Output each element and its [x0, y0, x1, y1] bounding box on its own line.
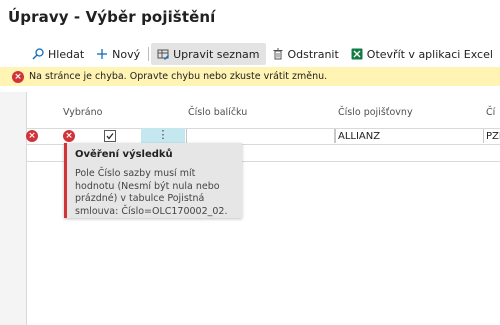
column-header-selected[interactable]: Vybráno: [63, 107, 102, 118]
row-error-icon[interactable]: ×: [26, 130, 38, 142]
tooltip-body: Pole Číslo sazby musí mít hodnotu (Nesmí…: [75, 168, 228, 217]
error-message: Na stránce je chyba. Opravte chybu nebo …: [29, 71, 328, 82]
check-icon: [106, 133, 114, 140]
error-icon: ×: [12, 70, 24, 83]
partial-value: PZP: [486, 131, 500, 142]
field-error-icon[interactable]: ×: [63, 130, 75, 142]
column-header-partial[interactable]: Čí: [486, 107, 495, 118]
column-header-insurer-number[interactable]: Číslo pojišťovny: [338, 107, 413, 118]
plus-icon: [97, 49, 108, 59]
excel-icon: [351, 48, 363, 60]
new-button[interactable]: Nový: [90, 43, 146, 65]
open-excel-button[interactable]: Otevřít v aplikaci Excel: [345, 43, 499, 65]
column-header-package-number[interactable]: Číslo balíčku: [188, 107, 247, 118]
delete-label: Odstranit: [287, 47, 339, 61]
left-gutter: [0, 92, 27, 325]
error-banner: × Na stránce je chyba. Opravte chybu neb…: [0, 67, 500, 86]
new-label: Nový: [112, 47, 141, 61]
search-label: Hledat: [48, 47, 85, 61]
delete-button[interactable]: Odstranit: [266, 43, 345, 65]
search-icon: [32, 48, 44, 60]
edit-list-button[interactable]: Upravit seznam: [151, 43, 266, 65]
row-actions-button[interactable]: ⋮: [141, 128, 185, 144]
toolbar-divider: [148, 47, 150, 61]
package-number-cell[interactable]: [186, 129, 336, 143]
edit-list-icon: [157, 49, 170, 60]
search-button[interactable]: Hledat: [26, 43, 90, 65]
page-title: Úpravy - Výběr pojištění: [8, 8, 216, 26]
page-panel: Úpravy - Výběr pojištění Hledat Nový Upr…: [0, 0, 500, 325]
selected-checkbox[interactable]: [104, 130, 116, 142]
validation-tooltip: Ověření výsledků Pole Číslo sazby musí m…: [64, 143, 242, 218]
action-toolbar: Hledat Nový Upravit seznam Odstranit Ote…: [26, 42, 499, 66]
edit-list-label: Upravit seznam: [173, 47, 260, 61]
open-excel-label: Otevřít v aplikaci Excel: [366, 47, 493, 61]
tooltip-title: Ověření výsledků: [75, 149, 173, 160]
insurer-number-value: ALLIANZ: [338, 131, 381, 142]
trash-icon: [273, 48, 282, 60]
